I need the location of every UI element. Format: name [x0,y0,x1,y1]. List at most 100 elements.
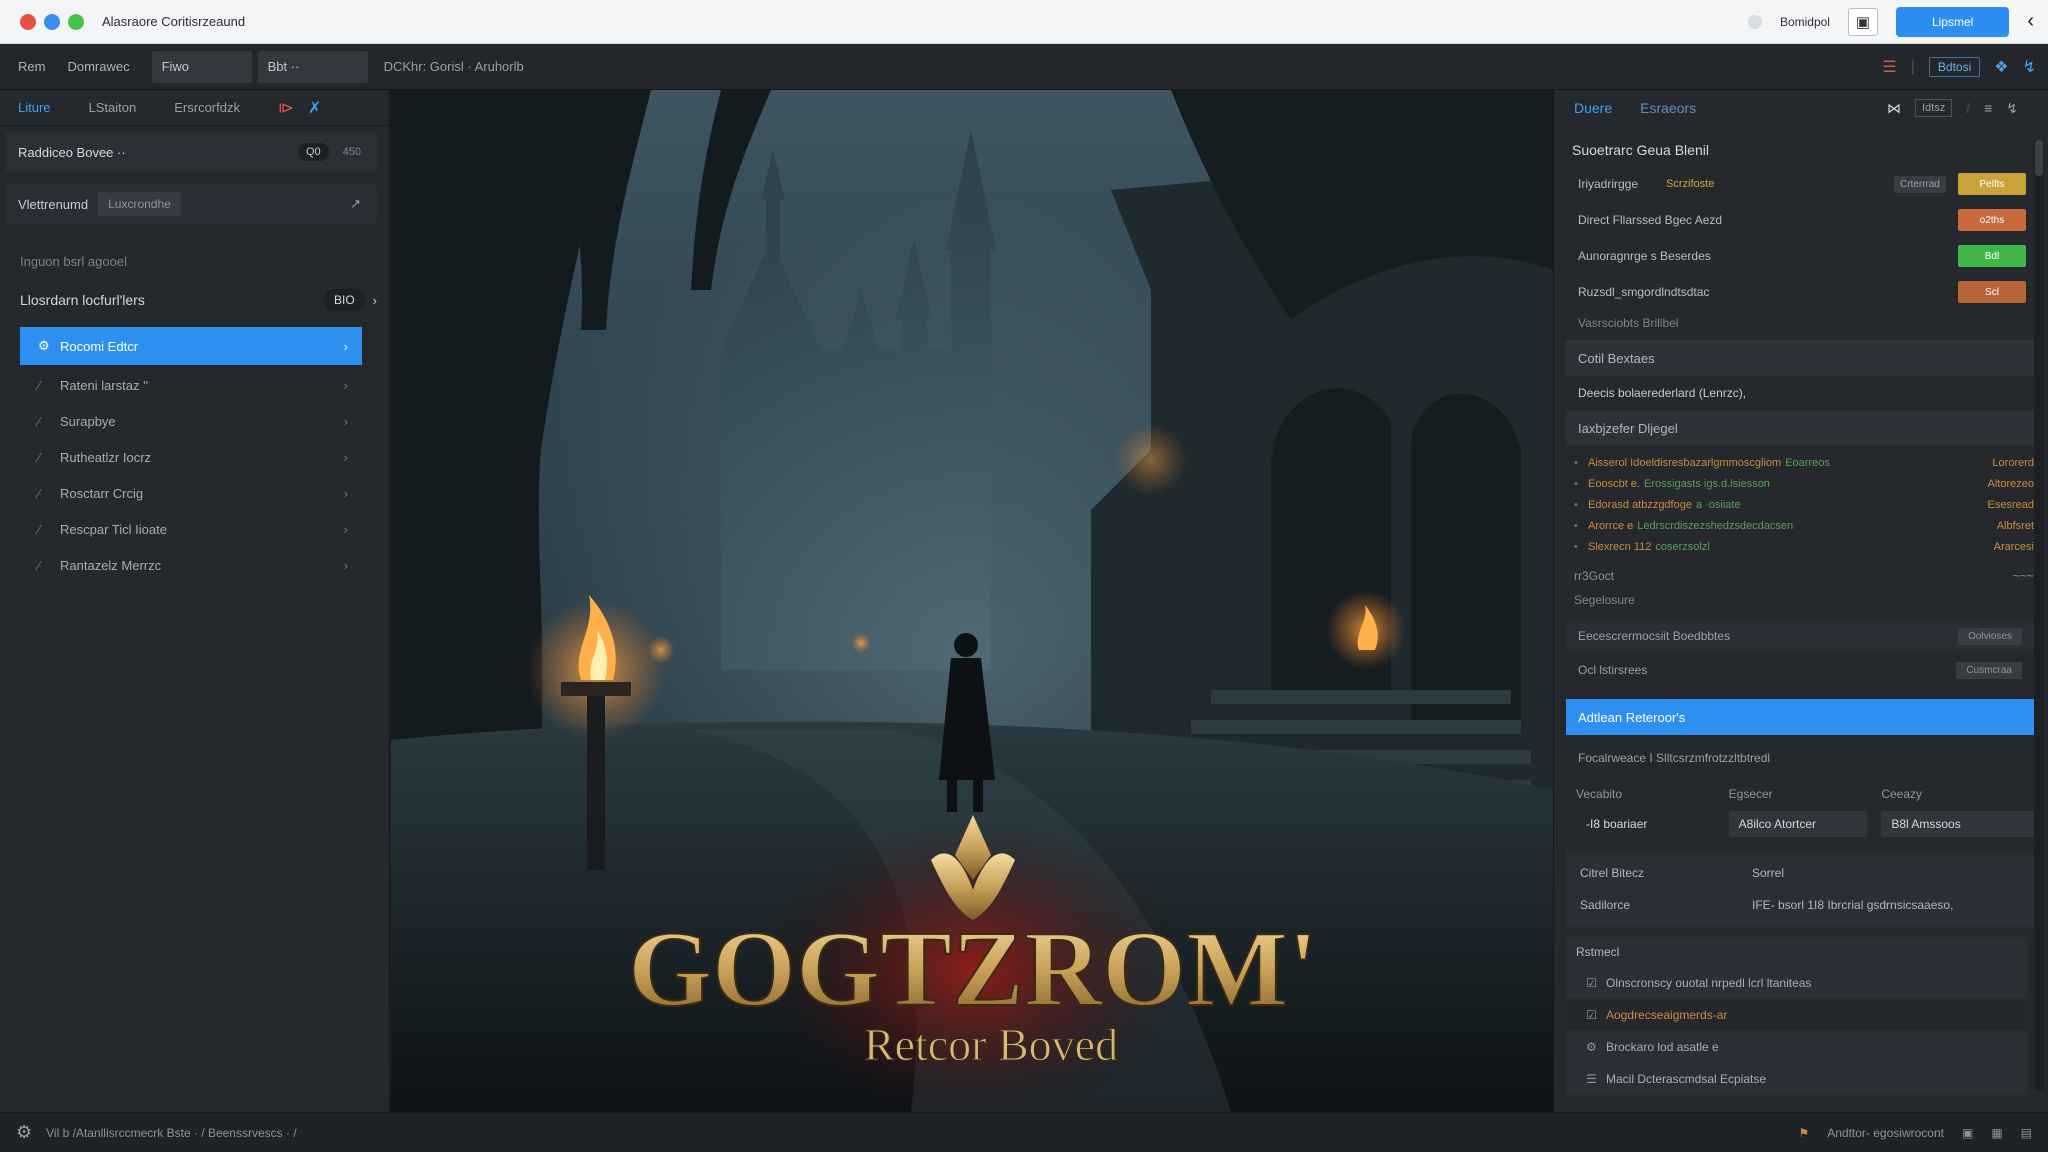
log-row[interactable]: • Aisserol Idoeldisresbazarlgmmoscgliom Eo… [1574,452,2034,473]
artwork-image: GOGTZROM' Retcor Boved [391,90,1553,1112]
chevron-right-icon: › [343,377,348,393]
lightning-icon[interactable]: ↯ [2006,100,2018,117]
chevron-right-icon: › [343,338,348,354]
kv-key: Citrel Bitecz [1580,866,1645,880]
arrow-icon[interactable]: ↗ [350,196,361,212]
sidebar-item[interactable]: ∕ Surapbye › [20,403,362,439]
camera-icon[interactable]: ▣ [1847,7,1878,36]
close-window-button[interactable] [20,13,36,30]
property-chip[interactable]: o2ths [1958,209,2026,231]
property-chip[interactable]: Scl [1958,281,2026,303]
chevron-right-icon: › [343,557,348,573]
property-chip[interactable]: Bdl [1958,245,2026,267]
scrollbar[interactable] [2034,140,2044,1090]
filter-input[interactable]: Luxcrondhe [98,192,181,216]
panel-icon[interactable]: ▤ [2021,1126,2032,1140]
value-grid: Vecabito Egsecer Ceeazy -I8 boariaer A8i… [1576,787,2034,837]
minimize-window-button[interactable] [44,13,60,30]
layers-icon[interactable]: ☰ [1882,57,1896,77]
primary-action-button[interactable]: Lipsmel [1895,6,2010,37]
log-value: Altorezeo [1987,477,2034,490]
bullet-icon: • [1574,519,1578,532]
list-item-button[interactable]: Cusmcraa [1956,661,2022,679]
check-list-item[interactable]: ☑ Olnscronscy ouotal nrpedl lcrl ltanitea… [1566,967,2028,999]
kv-key: Sadilorce [1580,898,1631,912]
log-row[interactable]: • Eooscbt e. Erossigasts igs.d.lsiesson Alt… [1574,473,2034,494]
section-toggle[interactable]: Q0 450 [297,143,369,161]
artwork-subtitle: Retcor Boved [864,1019,1118,1070]
bullet-icon: • [1574,477,1578,490]
titlebar-label[interactable]: Bomidpol [1780,15,1830,29]
settings-icon: ⚙ [38,338,50,353]
property-key: Direct Fllarssed Bgec Aezd [1578,213,1723,227]
grid-value[interactable]: B8l Amssoos [1881,811,2034,837]
flag-icon[interactable]: ⚑ [1798,1126,1809,1140]
log-text-secondary: Ledrscrdiszezshedzsdecdacsen [1637,519,1794,532]
check-list-item[interactable]: ☑ Aogdrecseaigmerds-ar [1566,999,2028,1031]
tab-details[interactable]: Duere [1574,100,1612,116]
grid-value[interactable]: A8ilco Atortcer [1728,811,1868,837]
sidebar-item[interactable]: ∕ Rutheatlzr Iocrz › [20,439,362,475]
check-list-label: Macil Dcterascmdsal Ecpiatse [1606,1072,1767,1086]
section-header: Raddiceo Bovee ·· Q0 450 [6,132,377,172]
list-item-button[interactable]: Oolvioses [1958,627,2022,645]
log-text-secondary: a ·osiiate [1695,498,1741,511]
bullet-icon: • [1574,456,1578,469]
property-ghost-button[interactable]: Crterrrad [1893,175,1946,193]
list-item[interactable]: Focalrweace I Slltcsrzmfrotzzltbtredl [1566,743,2034,773]
log-footer-left: rr3Goct [1574,569,1615,583]
monitor-icon[interactable]: ▣ [1962,1126,1973,1140]
toggle-off[interactable]: 450 [335,143,369,161]
log-row[interactable]: • Edorasd atbzzgdfoge a ·osiiate Esesread [1574,494,2034,515]
sidebar-item[interactable]: ∕ Rantazelz Merrzc › [20,547,362,583]
grid-value[interactable]: -I8 boariaer [1576,811,1729,837]
selected-item-bar[interactable]: Adtlean Reteroor's [1566,699,2034,735]
section-band-2[interactable]: Iaxbjzefer Dljegel [1566,410,2034,446]
tab-errors[interactable]: Esraeors [1640,100,1696,116]
canvas-viewport[interactable]: GOGTZROM' Retcor Boved [391,90,1553,1112]
kv-value[interactable]: Sorrel [1752,866,1784,880]
chevron-left-icon[interactable]: ‹ [2027,10,2034,33]
lightning-icon[interactable]: ↯ [2023,57,2036,77]
maximize-window-button[interactable] [68,13,84,30]
toggle-on[interactable]: Q0 [297,143,329,161]
sidebar-item-label: Rutheatlzr Iocrz [60,449,152,465]
tab-1[interactable]: LStaiton [89,100,137,115]
log-row[interactable]: • Slexrecn 112 coserzsolzl Ararcesi [1574,536,2034,557]
tab-box-button[interactable]: Idtsz [1914,99,1953,117]
tab-0[interactable]: Liture [18,100,51,115]
list-item[interactable]: Eecescrermocsiit Boedbbtes Oolvioses [1566,621,2034,651]
check-list-item[interactable]: ⚙ Brockaro lod asatle e [1566,1031,2028,1063]
kv-value[interactable]: IFE- bsorl 1I8 Ibrcrial gsdrnsicsaaeso, [1752,898,1953,912]
group-header[interactable]: Llosrdarn locfurl'lers BIO › [20,285,377,315]
check-list-item[interactable]: ☰ Macil Dcterascmdsal Ecpiatse [1566,1063,2028,1095]
list-item[interactable]: Ocl lstirsrees Cusmcraa [1566,655,2034,685]
list-icon[interactable]: ≡ [1984,100,1992,116]
filter-icon[interactable]: ⧐ [278,98,294,118]
property-chip[interactable]: Pelfts [1958,173,2026,195]
chevron-right-icon: › [343,413,348,429]
menu-dropdown-1[interactable]: Fiwo [151,50,252,83]
group-count-badge: BIO [323,289,365,311]
grid-icon[interactable]: ▦ [1991,1126,2002,1140]
menu-item-1[interactable]: Domrawec [63,44,147,90]
toolbar-button[interactable]: Bdtosi [1928,56,1981,77]
sidebar-item[interactable]: ∕ Rosctarr Crcig › [20,475,362,511]
bowtie-icon[interactable]: ⋈ [1887,100,1901,117]
tab-2[interactable]: Ersrcorfdzk [174,100,240,115]
log-row[interactable]: • Arorrce e Ledrscrdiszezshedzsdecdacsen Al… [1574,515,2034,536]
menu-item-0[interactable]: Rem [0,44,63,90]
menu-dropdown-2[interactable]: Bbt ·· [257,50,368,83]
sidebar-item[interactable]: ∕ Rateni larstaz '' › [20,367,362,403]
sidebar-item-label: Rocomi Edtcr [60,338,139,354]
pin-icon[interactable]: ✗ [308,98,321,118]
log-value: Esesread [1987,498,2034,511]
gear-icon[interactable]: ⚙ [16,1122,32,1143]
puzzle-icon[interactable]: ❖ [1994,57,2008,77]
sidebar-item[interactable]: ⚙ Rocomi Edtcr › [20,327,362,365]
sidebar-item[interactable]: ∕ Rescpar Ticl Iioate › [20,511,362,547]
chevron-right-icon[interactable]: › [373,293,377,308]
section-band-1[interactable]: Cotil Bextaes [1566,340,2034,376]
pencil-icon: ∕ [38,413,41,429]
scrollbar-thumb[interactable] [2035,140,2043,176]
